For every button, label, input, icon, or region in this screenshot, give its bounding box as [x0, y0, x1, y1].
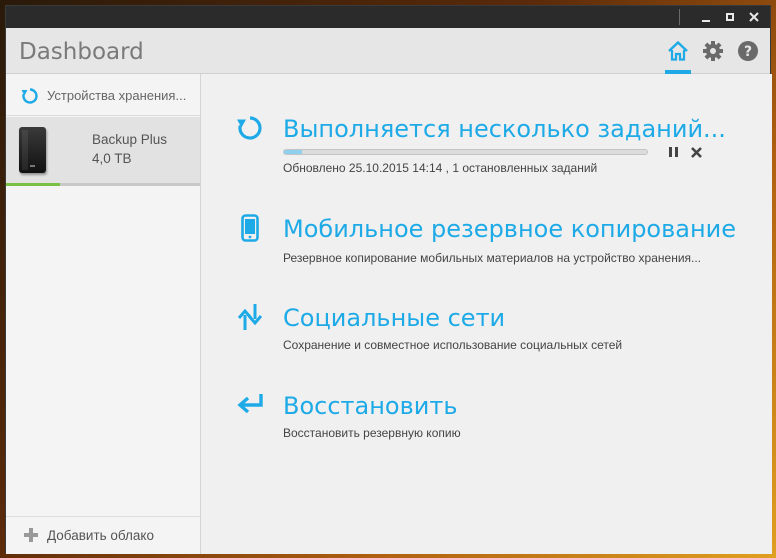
- task-title: Мобильное резервное копирование: [283, 215, 737, 243]
- mobile-icon: [241, 214, 259, 242]
- task-subtitle: Обновлено 25.10.2015 14:14 , 1 остановле…: [283, 161, 598, 175]
- close-icon[interactable]: [743, 6, 765, 28]
- help-icon[interactable]: ?: [737, 40, 759, 62]
- task-title: Восстановить: [283, 392, 458, 420]
- app-window: Dashboard ? Устройства хранения... Backu…: [5, 5, 772, 554]
- task-subtitle: Сохранение и совместное использование со…: [283, 338, 623, 352]
- main-panel: Выполняется несколько заданий... Обновле…: [201, 74, 772, 554]
- task-progress-bar: [283, 149, 648, 155]
- pause-icon[interactable]: [668, 146, 680, 158]
- svg-text:?: ?: [744, 44, 752, 60]
- plus-icon: [24, 528, 38, 542]
- app-header: Dashboard ?: [6, 28, 770, 74]
- device-capacity: 4,0 TB: [92, 151, 132, 166]
- task-title: Выполняется несколько заданий...: [283, 115, 726, 143]
- device-usage-bar: [6, 183, 200, 186]
- task-title: Социальные сети: [283, 304, 506, 332]
- task-subtitle: Восстановить резервную копию: [283, 426, 461, 440]
- home-icon[interactable]: [667, 40, 689, 62]
- titlebar-separator: [679, 9, 680, 25]
- title-bar: [6, 6, 770, 28]
- maximize-icon[interactable]: [719, 6, 741, 28]
- storage-devices-label: Устройства хранения...: [47, 88, 187, 103]
- minimize-icon[interactable]: [695, 6, 717, 28]
- task-subtitle: Резервное копирование мобильных материал…: [283, 251, 702, 265]
- storage-devices-header[interactable]: Устройства хранения...: [6, 74, 200, 116]
- page-title: Dashboard: [19, 39, 144, 65]
- task-progress-fill: [284, 150, 303, 154]
- device-usage-fill: [6, 183, 61, 186]
- device-item-backup-plus[interactable]: Backup Plus 4,0 TB: [6, 117, 200, 186]
- hard-drive-icon: [19, 127, 46, 173]
- sidebar: Устройства хранения... Backup Plus 4,0 T…: [6, 74, 201, 554]
- social-sync-icon: [237, 304, 263, 330]
- refresh-icon: [237, 116, 262, 140]
- refresh-icon[interactable]: [21, 87, 39, 105]
- add-cloud-label: Добавить облако: [47, 528, 154, 543]
- device-name: Backup Plus: [92, 132, 168, 147]
- gear-icon[interactable]: [702, 40, 724, 62]
- add-cloud-button[interactable]: Добавить облако: [6, 516, 200, 554]
- cancel-icon[interactable]: [690, 146, 703, 159]
- restore-icon: [237, 394, 263, 414]
